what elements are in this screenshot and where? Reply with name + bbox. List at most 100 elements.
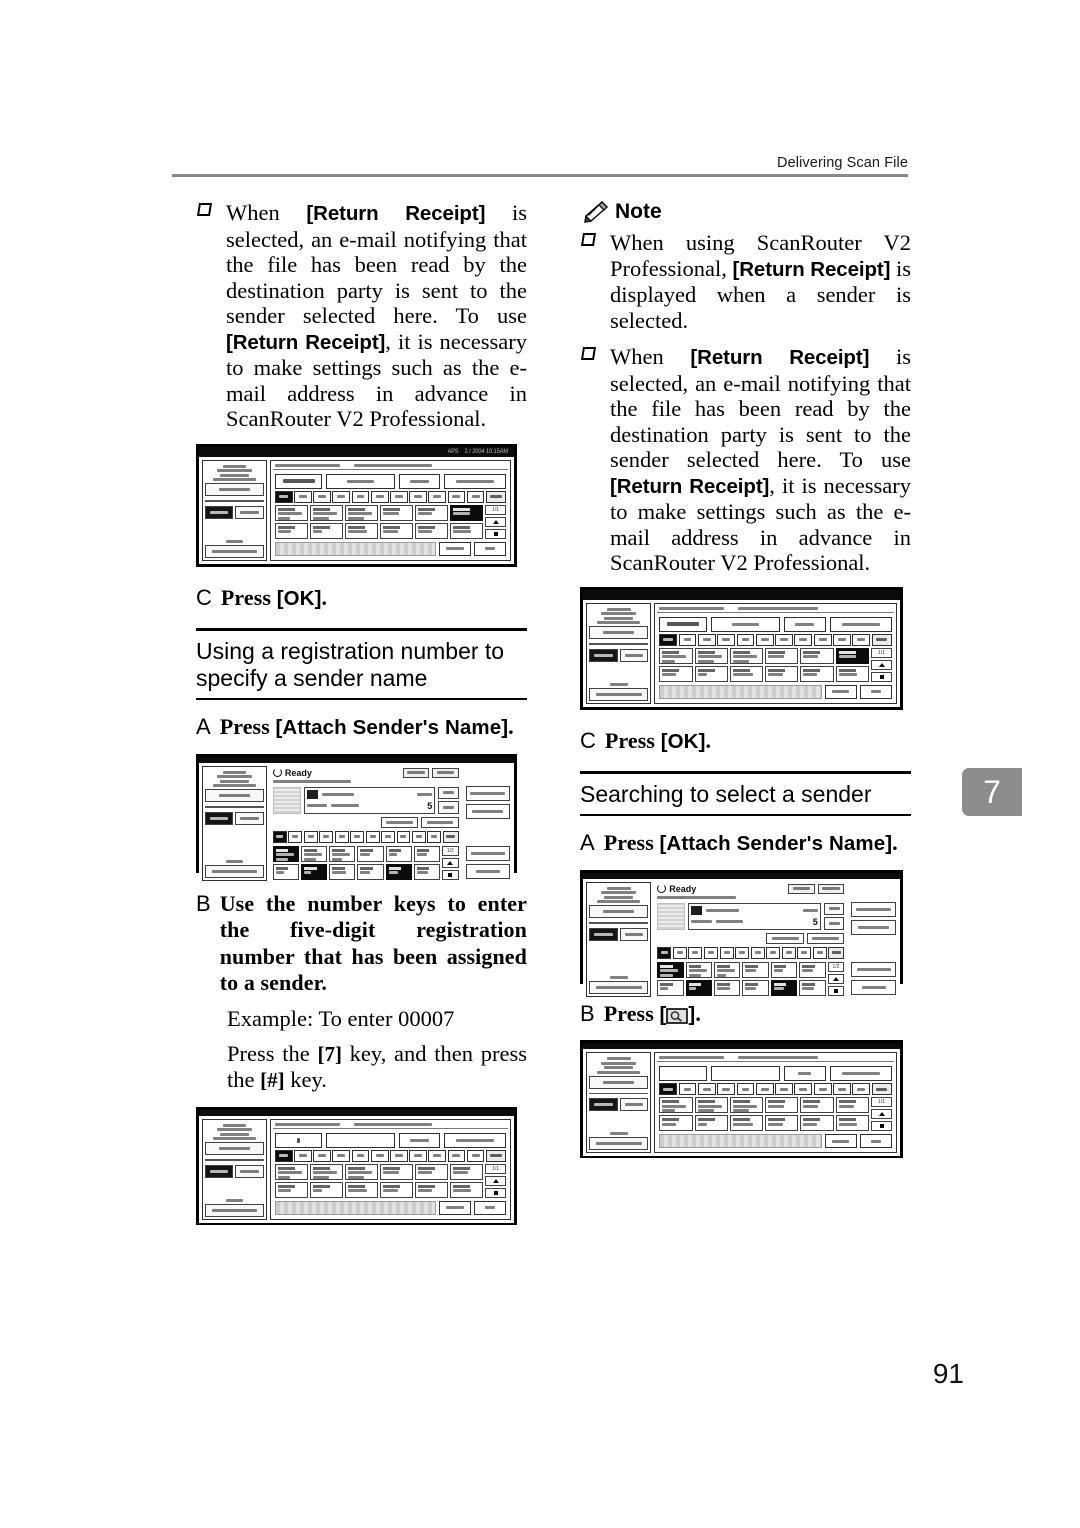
lcd-sender-cell[interactable] bbox=[659, 665, 693, 682]
lcd-sender-cell[interactable] bbox=[309, 1163, 343, 1180]
lcd-cancel-button[interactable] bbox=[824, 1134, 857, 1148]
lcd-select-stored-file-button[interactable] bbox=[465, 845, 510, 861]
lcd-sender-cell[interactable] bbox=[729, 1097, 764, 1113]
lcd-tab-freq[interactable] bbox=[659, 1083, 678, 1095]
lcd-sender-cell[interactable] bbox=[357, 845, 384, 862]
lcd-scroll-up-button[interactable] bbox=[485, 1175, 506, 1186]
lcd-tab-xyz[interactable] bbox=[812, 946, 827, 959]
lcd-tab-xyz[interactable] bbox=[852, 633, 871, 646]
lcd-tab-lmn[interactable] bbox=[775, 633, 793, 646]
lcd-scan-settings-button[interactable] bbox=[589, 626, 649, 639]
lcd-sender-cell[interactable] bbox=[800, 1115, 834, 1131]
lcd-sender-cell[interactable] bbox=[415, 1163, 449, 1180]
lcd-tab-freq[interactable] bbox=[657, 946, 672, 959]
lcd-original-type-button[interactable] bbox=[205, 864, 264, 878]
lcd-tab-rst[interactable] bbox=[813, 1083, 832, 1095]
lcd-tab-uvw[interactable] bbox=[833, 633, 851, 646]
lcd-preview-chip[interactable] bbox=[788, 883, 815, 894]
lcd-tab-lmn[interactable] bbox=[390, 1149, 408, 1162]
lcd-sender-cell[interactable] bbox=[380, 1181, 414, 1198]
lcd-sender-cell[interactable] bbox=[685, 961, 713, 978]
lcd-tab-freq[interactable] bbox=[274, 490, 293, 503]
lcd-attach-subject-button[interactable] bbox=[851, 919, 896, 935]
lcd-return-receipt-button[interactable] bbox=[443, 473, 506, 489]
lcd-1sided-button[interactable] bbox=[205, 1164, 234, 1178]
lcd-tab-freq[interactable] bbox=[272, 830, 287, 843]
lcd-manual-input-button[interactable] bbox=[806, 932, 845, 944]
lcd-2sided-button[interactable] bbox=[235, 1164, 264, 1178]
lcd-next-dest-button[interactable] bbox=[823, 917, 845, 930]
lcd-sender-cell[interactable] bbox=[415, 504, 449, 521]
lcd-sender-cell[interactable] bbox=[274, 504, 308, 521]
lcd-sender-cell[interactable] bbox=[799, 961, 826, 978]
lcd-tab-rst[interactable] bbox=[396, 830, 411, 843]
lcd-scroll-down-button[interactable] bbox=[485, 528, 506, 539]
lcd-sender-cell[interactable] bbox=[413, 863, 440, 880]
lcd-sender-name-field[interactable] bbox=[711, 616, 780, 632]
lcd-sender-cell[interactable] bbox=[765, 1097, 799, 1113]
lcd-tab-rst[interactable] bbox=[428, 1149, 447, 1162]
lcd-original-type-button[interactable] bbox=[589, 687, 649, 701]
lcd-tab-ab[interactable] bbox=[678, 633, 697, 646]
lcd-tab-gh[interactable] bbox=[334, 830, 349, 843]
lcd-registration-number-field[interactable] bbox=[659, 616, 708, 632]
lcd-sender-cell[interactable] bbox=[380, 522, 414, 539]
lcd-sender-cell[interactable] bbox=[380, 1163, 414, 1180]
lcd-tab-search-icon[interactable] bbox=[871, 633, 892, 646]
lcd-sender-cell[interactable] bbox=[344, 1181, 379, 1198]
lcd-preview-chip[interactable] bbox=[402, 767, 430, 778]
lcd-2sided-button[interactable] bbox=[619, 927, 649, 941]
lcd-sender-cell-selected[interactable] bbox=[835, 647, 870, 664]
lcd-tab-gh[interactable] bbox=[719, 946, 734, 959]
lcd-next-dest-button[interactable] bbox=[438, 801, 459, 814]
lcd-tab-gh[interactable] bbox=[736, 633, 755, 646]
lcd-tab-gh[interactable] bbox=[736, 1083, 755, 1095]
lcd-sender-cell[interactable] bbox=[344, 504, 379, 521]
lcd-tab-search-icon[interactable] bbox=[871, 1083, 892, 1095]
lcd-sender-cell[interactable] bbox=[415, 1181, 449, 1198]
lcd-sender-cell-selected[interactable] bbox=[301, 863, 328, 880]
lcd-tab-search-icon[interactable] bbox=[828, 946, 845, 959]
lcd-sender-cell[interactable] bbox=[835, 665, 870, 682]
lcd-destination-box[interactable]: 5 bbox=[303, 786, 436, 814]
lcd-sender-cell[interactable] bbox=[274, 522, 308, 539]
lcd-select-stored-file-button[interactable] bbox=[851, 961, 896, 977]
lcd-destination-box[interactable]: 5 bbox=[688, 902, 821, 930]
lcd-prev-dest-button[interactable] bbox=[823, 902, 845, 915]
lcd-tab-ef[interactable] bbox=[717, 1083, 736, 1095]
lcd-sender-cell[interactable] bbox=[729, 665, 764, 682]
lcd-sender-cell-selected[interactable] bbox=[770, 979, 798, 996]
lcd-original-type-button[interactable] bbox=[589, 980, 649, 994]
lcd-scan-settings-button[interactable] bbox=[589, 1075, 649, 1089]
lcd-sender-cell[interactable] bbox=[714, 979, 741, 996]
lcd-tab-gh[interactable] bbox=[351, 490, 370, 503]
lcd-sender-cell[interactable] bbox=[800, 647, 834, 664]
lcd-store-file-button[interactable] bbox=[851, 979, 896, 995]
lcd-tab-opq[interactable] bbox=[381, 830, 395, 843]
lcd-tab-lmn[interactable] bbox=[365, 830, 380, 843]
lcd-scroll-down-button[interactable] bbox=[441, 869, 459, 880]
lcd-sender-cell[interactable] bbox=[274, 1181, 308, 1198]
lcd-clear-button[interactable] bbox=[783, 616, 826, 632]
lcd-sender-cell[interactable] bbox=[329, 863, 356, 880]
lcd-sender-cell[interactable] bbox=[415, 522, 449, 539]
lcd-registration-number-field[interactable] bbox=[274, 473, 323, 489]
lcd-sender-cell[interactable] bbox=[742, 961, 769, 978]
lcd-sender-cell[interactable] bbox=[800, 665, 834, 682]
lcd-sender-cell[interactable] bbox=[799, 979, 826, 996]
lcd-registration-number-field[interactable] bbox=[659, 1066, 708, 1081]
lcd-tab-uvw[interactable] bbox=[797, 946, 812, 959]
lcd-tab-opq[interactable] bbox=[794, 633, 813, 646]
lcd-sender-cell[interactable] bbox=[450, 1163, 484, 1180]
lcd-tab-ijk[interactable] bbox=[370, 490, 389, 503]
lcd-sender-cell[interactable] bbox=[729, 647, 764, 664]
lcd-tab-ab[interactable] bbox=[672, 946, 687, 959]
lcd-sender-cell[interactable] bbox=[765, 665, 799, 682]
lcd-1sided-button[interactable] bbox=[589, 648, 618, 662]
lcd-scroll-band[interactable] bbox=[274, 541, 436, 556]
lcd-scan-settings-button[interactable] bbox=[205, 789, 264, 802]
lcd-1sided-button[interactable] bbox=[589, 1098, 618, 1111]
lcd-sender-cell[interactable] bbox=[765, 647, 799, 664]
lcd-sender-cell[interactable] bbox=[770, 961, 798, 978]
lcd-ok-button[interactable] bbox=[473, 1200, 506, 1215]
